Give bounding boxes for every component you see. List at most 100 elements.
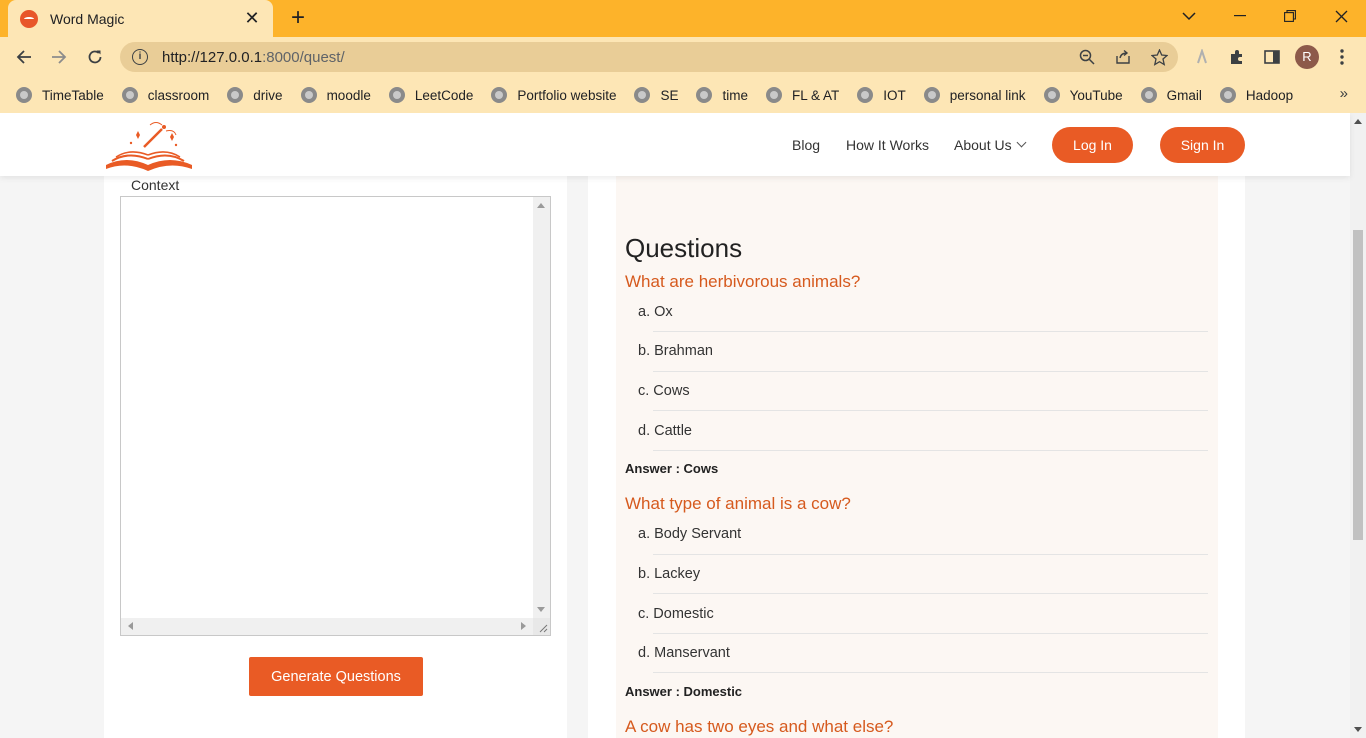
globe-icon (227, 87, 244, 103)
bookmark-item[interactable]: personal link (923, 87, 1026, 103)
resize-handle-icon[interactable] (533, 618, 550, 635)
divider (653, 371, 1208, 372)
option-item[interactable]: c. Cows (638, 383, 690, 399)
browser-toolbar: i http://127.0.0.1:8000/quest/ R (0, 37, 1366, 77)
globe-icon (121, 87, 138, 103)
bookmark-label: Portfolio website (517, 87, 617, 103)
textarea-vertical-scrollbar[interactable] (533, 197, 550, 618)
browser-menu-icon[interactable] (1330, 43, 1354, 71)
bookmark-item[interactable]: IOT (857, 87, 906, 103)
generate-questions-button[interactable]: Generate Questions (249, 657, 423, 696)
scroll-down-icon[interactable] (1354, 727, 1362, 732)
bookmark-item[interactable]: Gmail (1140, 87, 1202, 103)
reload-icon[interactable] (81, 43, 109, 71)
bookmark-label: classroom (147, 87, 210, 103)
back-arrow-icon[interactable] (10, 43, 38, 71)
bookmark-item[interactable]: Hadoop (1219, 87, 1294, 103)
scroll-down-icon[interactable] (537, 607, 545, 612)
restore-icon[interactable] (1267, 0, 1313, 32)
divider (653, 633, 1208, 634)
divider (653, 593, 1208, 594)
address-bar[interactable]: i http://127.0.0.1:8000/quest/ (120, 42, 1178, 72)
globe-icon (923, 87, 940, 103)
option-item[interactable]: d. Cattle (638, 423, 692, 439)
bookmark-label: Hadoop (1245, 87, 1294, 103)
page-viewport: Context Generate Questions Questions Wha… (0, 113, 1366, 738)
more-bookmarks-icon[interactable]: » (1340, 85, 1348, 102)
extension-icon[interactable] (1190, 43, 1214, 71)
textarea-horizontal-scrollbar[interactable] (121, 618, 550, 635)
share-icon[interactable] (1112, 46, 1134, 68)
globe-icon (1219, 87, 1236, 103)
tab-search-icon[interactable] (1166, 0, 1212, 32)
site-info-icon[interactable]: i (132, 49, 148, 65)
signin-button[interactable]: Sign In (1160, 127, 1245, 163)
bookmark-star-icon[interactable] (1148, 46, 1170, 68)
bookmark-item[interactable]: FL & AT (766, 87, 839, 103)
bookmark-item[interactable]: SE (634, 87, 678, 103)
site-header: Blog How It Works About Us Log In Sign I… (0, 113, 1350, 176)
bookmark-label: YouTube (1069, 87, 1123, 103)
context-label: Context (131, 177, 180, 193)
option-item[interactable]: b. Brahman (638, 343, 713, 359)
site-favicon-icon (20, 9, 38, 28)
option-item[interactable]: b. Lackey (638, 566, 700, 582)
globe-icon (696, 87, 713, 103)
divider (653, 450, 1208, 451)
forward-arrow-icon[interactable] (45, 43, 73, 71)
bookmark-item[interactable]: Portfolio website (491, 87, 616, 103)
nav-about-us-label: About Us (954, 136, 1012, 153)
close-window-icon[interactable] (1318, 0, 1364, 32)
option-item[interactable]: c. Domestic (638, 606, 714, 622)
scroll-up-icon[interactable] (537, 203, 545, 208)
answer-text: Answer : Domestic (625, 684, 743, 699)
globe-icon (491, 87, 508, 103)
scrollbar-thumb[interactable] (1353, 230, 1363, 540)
minimize-icon[interactable] (1217, 0, 1263, 32)
browser-tab[interactable]: Word Magic ✕ (8, 0, 273, 37)
scroll-up-icon[interactable] (1354, 119, 1362, 124)
divider (653, 672, 1208, 673)
nav-blog[interactable]: Blog (792, 113, 820, 176)
chevron-down-icon (1016, 137, 1027, 148)
side-panel-icon[interactable] (1260, 43, 1284, 71)
bookmark-item[interactable]: moodle (300, 87, 371, 103)
extensions-puzzle-icon[interactable] (1225, 43, 1249, 71)
context-textarea[interactable] (120, 196, 551, 636)
question-title: A cow has two eyes and what else? (625, 717, 894, 736)
scroll-right-icon[interactable] (521, 622, 526, 630)
divider (653, 554, 1208, 555)
scroll-left-icon[interactable] (128, 622, 133, 630)
questions-heading: Questions (625, 233, 743, 263)
globe-icon (766, 87, 782, 103)
login-button[interactable]: Log In (1052, 127, 1133, 163)
divider (653, 331, 1208, 332)
bookmark-label: personal link (949, 87, 1026, 103)
bookmark-item[interactable]: classroom (121, 87, 210, 103)
bookmark-item[interactable]: drive (227, 87, 283, 103)
browser-tab-bar: Word Magic ✕ + (0, 0, 1366, 37)
zoom-icon[interactable] (1076, 46, 1098, 68)
new-tab-button[interactable]: + (284, 4, 312, 32)
bookmark-item[interactable]: YouTube (1043, 87, 1123, 103)
question-title: What are herbivorous animals? (625, 272, 861, 291)
bookmark-item[interactable]: TimeTable (16, 87, 104, 103)
bookmark-label: TimeTable (42, 87, 104, 103)
option-item[interactable]: a. Body Servant (638, 526, 741, 542)
site-logo[interactable] (104, 121, 194, 173)
globe-icon (300, 87, 317, 103)
divider (653, 410, 1208, 411)
nav-about-us[interactable]: About Us (954, 113, 1027, 176)
tab-title: Word Magic (50, 10, 125, 27)
page-scrollbar[interactable] (1350, 113, 1366, 738)
option-item[interactable]: d. Manservant (638, 645, 730, 661)
question-title: What type of animal is a cow? (625, 494, 851, 513)
close-tab-icon[interactable]: ✕ (243, 8, 261, 29)
profile-avatar[interactable]: R (1295, 43, 1319, 71)
bookmark-item[interactable]: LeetCode (388, 87, 473, 103)
globe-icon (857, 87, 874, 103)
nav-how-it-works[interactable]: How It Works (846, 113, 929, 176)
bookmark-item[interactable]: time (696, 87, 748, 103)
option-item[interactable]: a. Ox (638, 304, 673, 320)
globe-icon (634, 87, 651, 103)
